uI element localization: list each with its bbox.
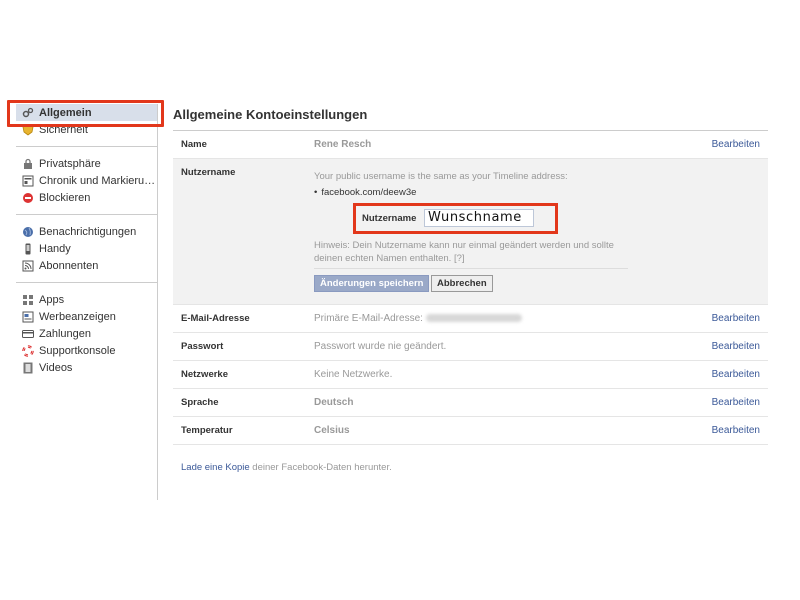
settings-row-username-expanded: Nutzername Your public username is the s… xyxy=(173,159,768,305)
row-label: Netzwerke xyxy=(181,369,228,380)
settings-table: Name Rene Resch Bearbeiten Nutzername Yo… xyxy=(173,130,768,445)
sidebar-item-label: Privatsphäre xyxy=(39,157,101,170)
edit-password-link[interactable]: Bearbeiten xyxy=(712,341,760,352)
settings-row-temperature: Temperatur Celsius Bearbeiten xyxy=(173,417,768,445)
card-icon xyxy=(22,328,34,340)
sidebar-item-allgemein[interactable]: Allgemein xyxy=(16,104,157,121)
sidebar-divider xyxy=(16,282,157,283)
sidebar-divider xyxy=(16,146,157,147)
settings-row-email: E-Mail-Adresse Primäre E-Mail-Adresse: B… xyxy=(173,305,768,333)
sidebar-item-label: Blockieren xyxy=(39,191,91,204)
download-data-line: Lade eine Kopie deiner Facebook-Daten he… xyxy=(181,462,392,473)
account-settings-main: Allgemeine Kontoeinstellungen Name Rene … xyxy=(173,104,768,473)
shield-icon xyxy=(22,124,34,136)
sidebar-item-label: Supportkonsole xyxy=(39,344,116,357)
settings-sidebar: Allgemein Sicherheit Privatsphäre Chroni… xyxy=(16,104,158,500)
sidebar-item-label: Videos xyxy=(39,361,73,374)
sidebar-item-chronik[interactable]: Chronik und Markierung... xyxy=(16,172,157,189)
save-changes-button[interactable]: Änderungen speichern xyxy=(314,275,430,292)
edit-email-link[interactable]: Bearbeiten xyxy=(712,313,760,324)
row-label: Passwort xyxy=(181,341,224,352)
sidebar-item-label: Abonnenten xyxy=(39,259,99,272)
row-value-text: Primäre E-Mail-Adresse: xyxy=(314,313,423,324)
row-label: Sprache xyxy=(181,397,219,408)
edit-temperature-link[interactable]: Bearbeiten xyxy=(712,425,760,436)
row-value: Primäre E-Mail-Adresse: xyxy=(314,313,522,324)
sidebar-item-label: Apps xyxy=(39,293,65,306)
sidebar-divider xyxy=(16,214,157,215)
film-icon xyxy=(22,362,34,374)
sidebar-item-label: Benachrichtigungen xyxy=(39,225,137,238)
sidebar-item-abonnenten[interactable]: Abonnenten xyxy=(16,257,157,274)
sidebar-item-benachrichtigungen[interactable]: Benachrichtigungen xyxy=(16,223,157,240)
sidebar-item-blockieren[interactable]: Blockieren xyxy=(16,189,157,206)
row-value: Rene Resch xyxy=(314,139,372,150)
sidebar-item-werbeanzeigen[interactable]: Werbeanzeigen xyxy=(16,308,157,325)
row-label: Nutzername xyxy=(181,167,236,178)
settings-row-language: Sprache Deutsch Bearbeiten xyxy=(173,389,768,417)
globe-icon xyxy=(22,226,34,238)
lifebuoy-icon xyxy=(22,344,34,357)
divider xyxy=(314,268,628,269)
username-input[interactable]: Wunschname xyxy=(424,209,534,227)
row-value: Passwort wurde nie geändert. xyxy=(314,341,447,352)
row-label: E-Mail-Adresse xyxy=(181,313,250,324)
lock-icon xyxy=(22,158,34,170)
sidebar-item-sicherheit[interactable]: Sicherheit xyxy=(16,121,157,138)
block-icon xyxy=(22,192,34,204)
ads-icon xyxy=(22,311,34,323)
sidebar-item-handy[interactable]: Handy xyxy=(16,240,157,257)
row-label: Temperatur xyxy=(181,425,233,436)
sidebar-item-label: Werbeanzeigen xyxy=(39,310,116,323)
row-label: Name xyxy=(181,139,207,150)
cancel-button[interactable]: Abbrechen xyxy=(431,275,493,292)
sidebar-item-label: Chronik und Markierung... xyxy=(39,174,157,187)
edit-name-link[interactable]: Bearbeiten xyxy=(712,139,760,150)
settings-row-name: Name Rene Resch Bearbeiten xyxy=(173,131,768,159)
sidebar-item-supportkonsole[interactable]: Supportkonsole xyxy=(16,342,157,359)
rss-icon xyxy=(22,260,34,272)
row-value: Deutsch xyxy=(314,397,354,408)
sidebar-item-label: Sicherheit xyxy=(39,123,88,136)
sidebar-item-label: Handy xyxy=(39,242,71,255)
settings-row-password: Passwort Passwort wurde nie geändert. Be… xyxy=(173,333,768,361)
settings-row-networks: Netzwerke Keine Netzwerke. Bearbeiten xyxy=(173,361,768,389)
gears-icon xyxy=(22,107,34,119)
sidebar-item-zahlungen[interactable]: Zahlungen xyxy=(16,325,157,342)
username-field-label: Nutzername xyxy=(362,213,417,224)
sidebar-item-videos[interactable]: Videos xyxy=(16,359,157,376)
sidebar-item-label: Allgemein xyxy=(39,106,92,119)
sidebar-item-privatsphaere[interactable]: Privatsphäre xyxy=(16,155,157,172)
phone-icon xyxy=(22,243,34,255)
row-value: Keine Netzwerke. xyxy=(314,369,393,380)
username-url: • facebook.com/deew3e xyxy=(314,187,417,198)
sidebar-item-apps[interactable]: Apps xyxy=(16,291,157,308)
edit-language-link[interactable]: Bearbeiten xyxy=(712,397,760,408)
timeline-icon xyxy=(22,175,34,187)
page-title: Allgemeine Kontoeinstellungen xyxy=(173,107,368,122)
username-url-text: facebook.com/deew3e xyxy=(321,187,417,198)
download-copy-link[interactable]: Lade eine Kopie xyxy=(181,462,250,473)
username-note: Hinweis: Dein Nutzername kann nur einmal… xyxy=(314,240,614,264)
username-hint: Your public username is the same as your… xyxy=(314,171,568,182)
blurred-email xyxy=(425,314,522,323)
edit-networks-link[interactable]: Bearbeiten xyxy=(712,369,760,380)
sidebar-item-label: Zahlungen xyxy=(39,327,91,340)
row-value: Celsius xyxy=(314,425,350,436)
apps-icon xyxy=(22,294,34,306)
download-text: deiner Facebook-Daten herunter. xyxy=(249,462,392,473)
